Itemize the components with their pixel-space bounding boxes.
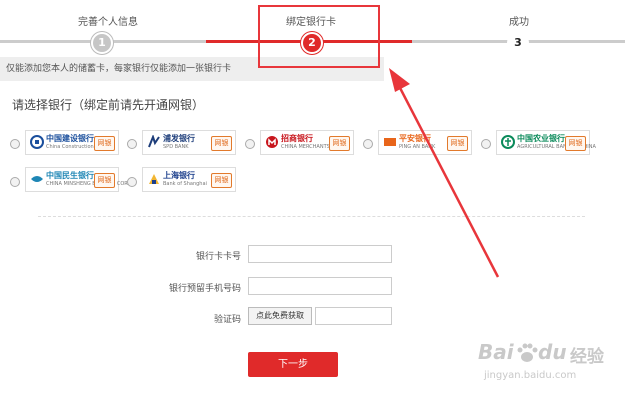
watermark-brand-suffix: du — [538, 340, 567, 364]
baidu-jingyan-watermark: Bai du 经验 jingyan.baidu.com — [478, 338, 623, 402]
watermark-url: jingyan.baidu.com — [484, 370, 577, 381]
watermark-product: 经验 — [570, 347, 604, 367]
paw-icon — [517, 343, 538, 362]
annotation-arrow-shaft — [396, 83, 500, 278]
annotation-arrow-head — [389, 68, 410, 92]
watermark-brand: Bai — [478, 340, 514, 364]
highlight-box — [258, 5, 380, 68]
